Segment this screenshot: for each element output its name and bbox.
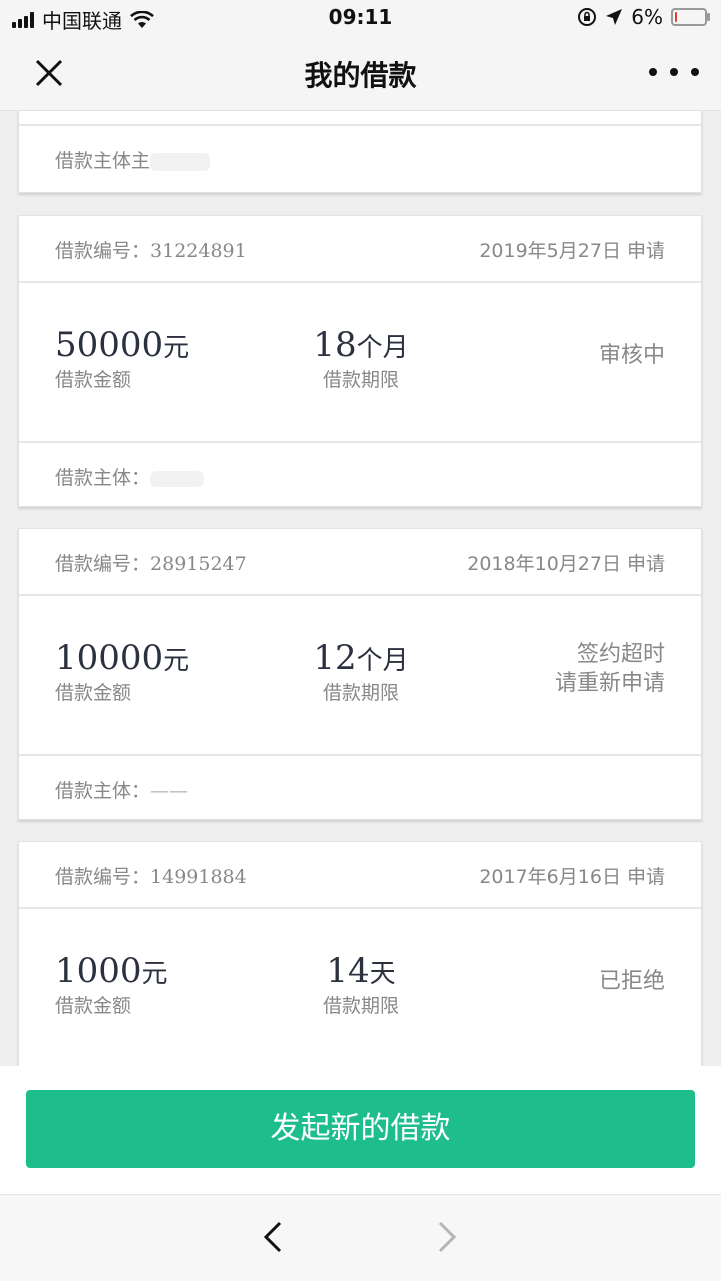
- term-unit: 天: [369, 959, 396, 989]
- more-icon: [649, 68, 657, 76]
- page-title: 我的借款: [304, 59, 417, 92]
- loan-card[interactable]: 借款编号：14991884 2017年6月16日 申请 1000元 借款金额 1…: [18, 841, 702, 1066]
- loan-card-body: 50000元 借款金额 18个月 借款期限 审核中: [19, 283, 701, 443]
- loan-apply-date: 2018年10月27日 申请: [467, 553, 665, 575]
- subject-label: 借款主体主: [55, 150, 151, 172]
- loan-card-partial[interactable]: 借款主体主: [18, 111, 702, 193]
- loan-status-line1: 已拒绝: [598, 969, 665, 994]
- loan-card-body: 1000元 借款金额 14天 借款期限 已拒绝: [19, 909, 701, 1066]
- loan-status: 审核中: [599, 341, 665, 370]
- term-unit: 个月: [356, 646, 409, 676]
- bottom-action-area: 发起新的借款: [0, 1066, 721, 1194]
- loan-status: 已拒绝: [599, 967, 665, 996]
- loan-card-header: 借款编号：31224891 2019年5月27日 申请: [19, 216, 701, 283]
- subject-value: ——: [150, 780, 189, 802]
- close-button[interactable]: [28, 52, 70, 94]
- loan-id: 14991884: [150, 866, 247, 888]
- loan-card-header: 借款编号：28915247 2018年10月27日 申请: [19, 529, 701, 596]
- loan-card-footer: 借款主体主: [19, 126, 701, 190]
- masked-subject: [150, 470, 205, 487]
- loan-card-header: 借款编号：14991884 2017年6月16日 申请: [19, 842, 701, 909]
- loan-id: 31224891: [150, 240, 247, 262]
- battery-icon: [671, 8, 710, 26]
- loan-card-footer: 借款主体：: [19, 443, 701, 507]
- carrier-name: 中国联通: [42, 9, 122, 33]
- loan-id: 28915247: [150, 553, 247, 575]
- browser-nav-bar: [0, 1194, 721, 1281]
- loan-id-label: 借款编号：: [55, 866, 151, 888]
- loan-list[interactable]: 借款主体主 借款编号：31224891 2019年5月27日 申请 50000元…: [0, 111, 721, 1066]
- subject-label: 借款主体：: [55, 780, 151, 802]
- subject-label: 借款主体：: [55, 467, 151, 489]
- wifi-icon: [130, 10, 154, 28]
- loan-id-label: 借款编号：: [55, 240, 151, 262]
- status-right: 6%: [577, 5, 710, 29]
- location-icon: [606, 9, 623, 25]
- rotation-lock-icon: [578, 8, 597, 26]
- chevron-left-icon: [263, 1221, 282, 1253]
- term-value: 14: [326, 951, 370, 991]
- forward-button[interactable]: [428, 1217, 464, 1257]
- loan-id-label: 借款编号：: [55, 553, 151, 575]
- loan-status-line1: 签约超时: [576, 642, 665, 667]
- signal-icon: [12, 11, 34, 28]
- battery-level: [675, 12, 677, 22]
- loan-status-line1: 审核中: [598, 343, 665, 368]
- chevron-right-icon: [438, 1221, 457, 1253]
- masked-subject: [150, 152, 211, 171]
- battery-percent: 6%: [631, 5, 663, 29]
- status-left: 中国联通: [12, 5, 154, 34]
- loan-status-line2: 请重新申请: [554, 671, 665, 696]
- loan-status: 签约超时 请重新申请: [555, 640, 665, 698]
- loan-card[interactable]: 借款编号：28915247 2018年10月27日 申请 10000元 借款金额…: [18, 528, 702, 820]
- more-button[interactable]: [649, 54, 699, 90]
- loan-card-body: 10000元 借款金额 12个月 借款期限 签约超时 请重新申请: [19, 596, 701, 756]
- term-value: 12: [313, 638, 357, 678]
- loan-card-footer: 借款主体：——: [19, 756, 701, 820]
- term-value: 18: [313, 325, 357, 365]
- close-icon: [35, 59, 63, 87]
- back-button[interactable]: [256, 1217, 292, 1257]
- nav-bar: 我的借款: [0, 36, 721, 111]
- new-loan-button[interactable]: 发起新的借款: [26, 1090, 695, 1168]
- loan-apply-date: 2017年6月16日 申请: [479, 866, 665, 888]
- loan-card[interactable]: 借款编号：31224891 2019年5月27日 申请 50000元 借款金额 …: [18, 215, 702, 507]
- loan-apply-date: 2019年5月27日 申请: [479, 240, 665, 262]
- status-bar: 中国联通 09:11 6%: [0, 0, 721, 36]
- term-unit: 个月: [356, 333, 409, 363]
